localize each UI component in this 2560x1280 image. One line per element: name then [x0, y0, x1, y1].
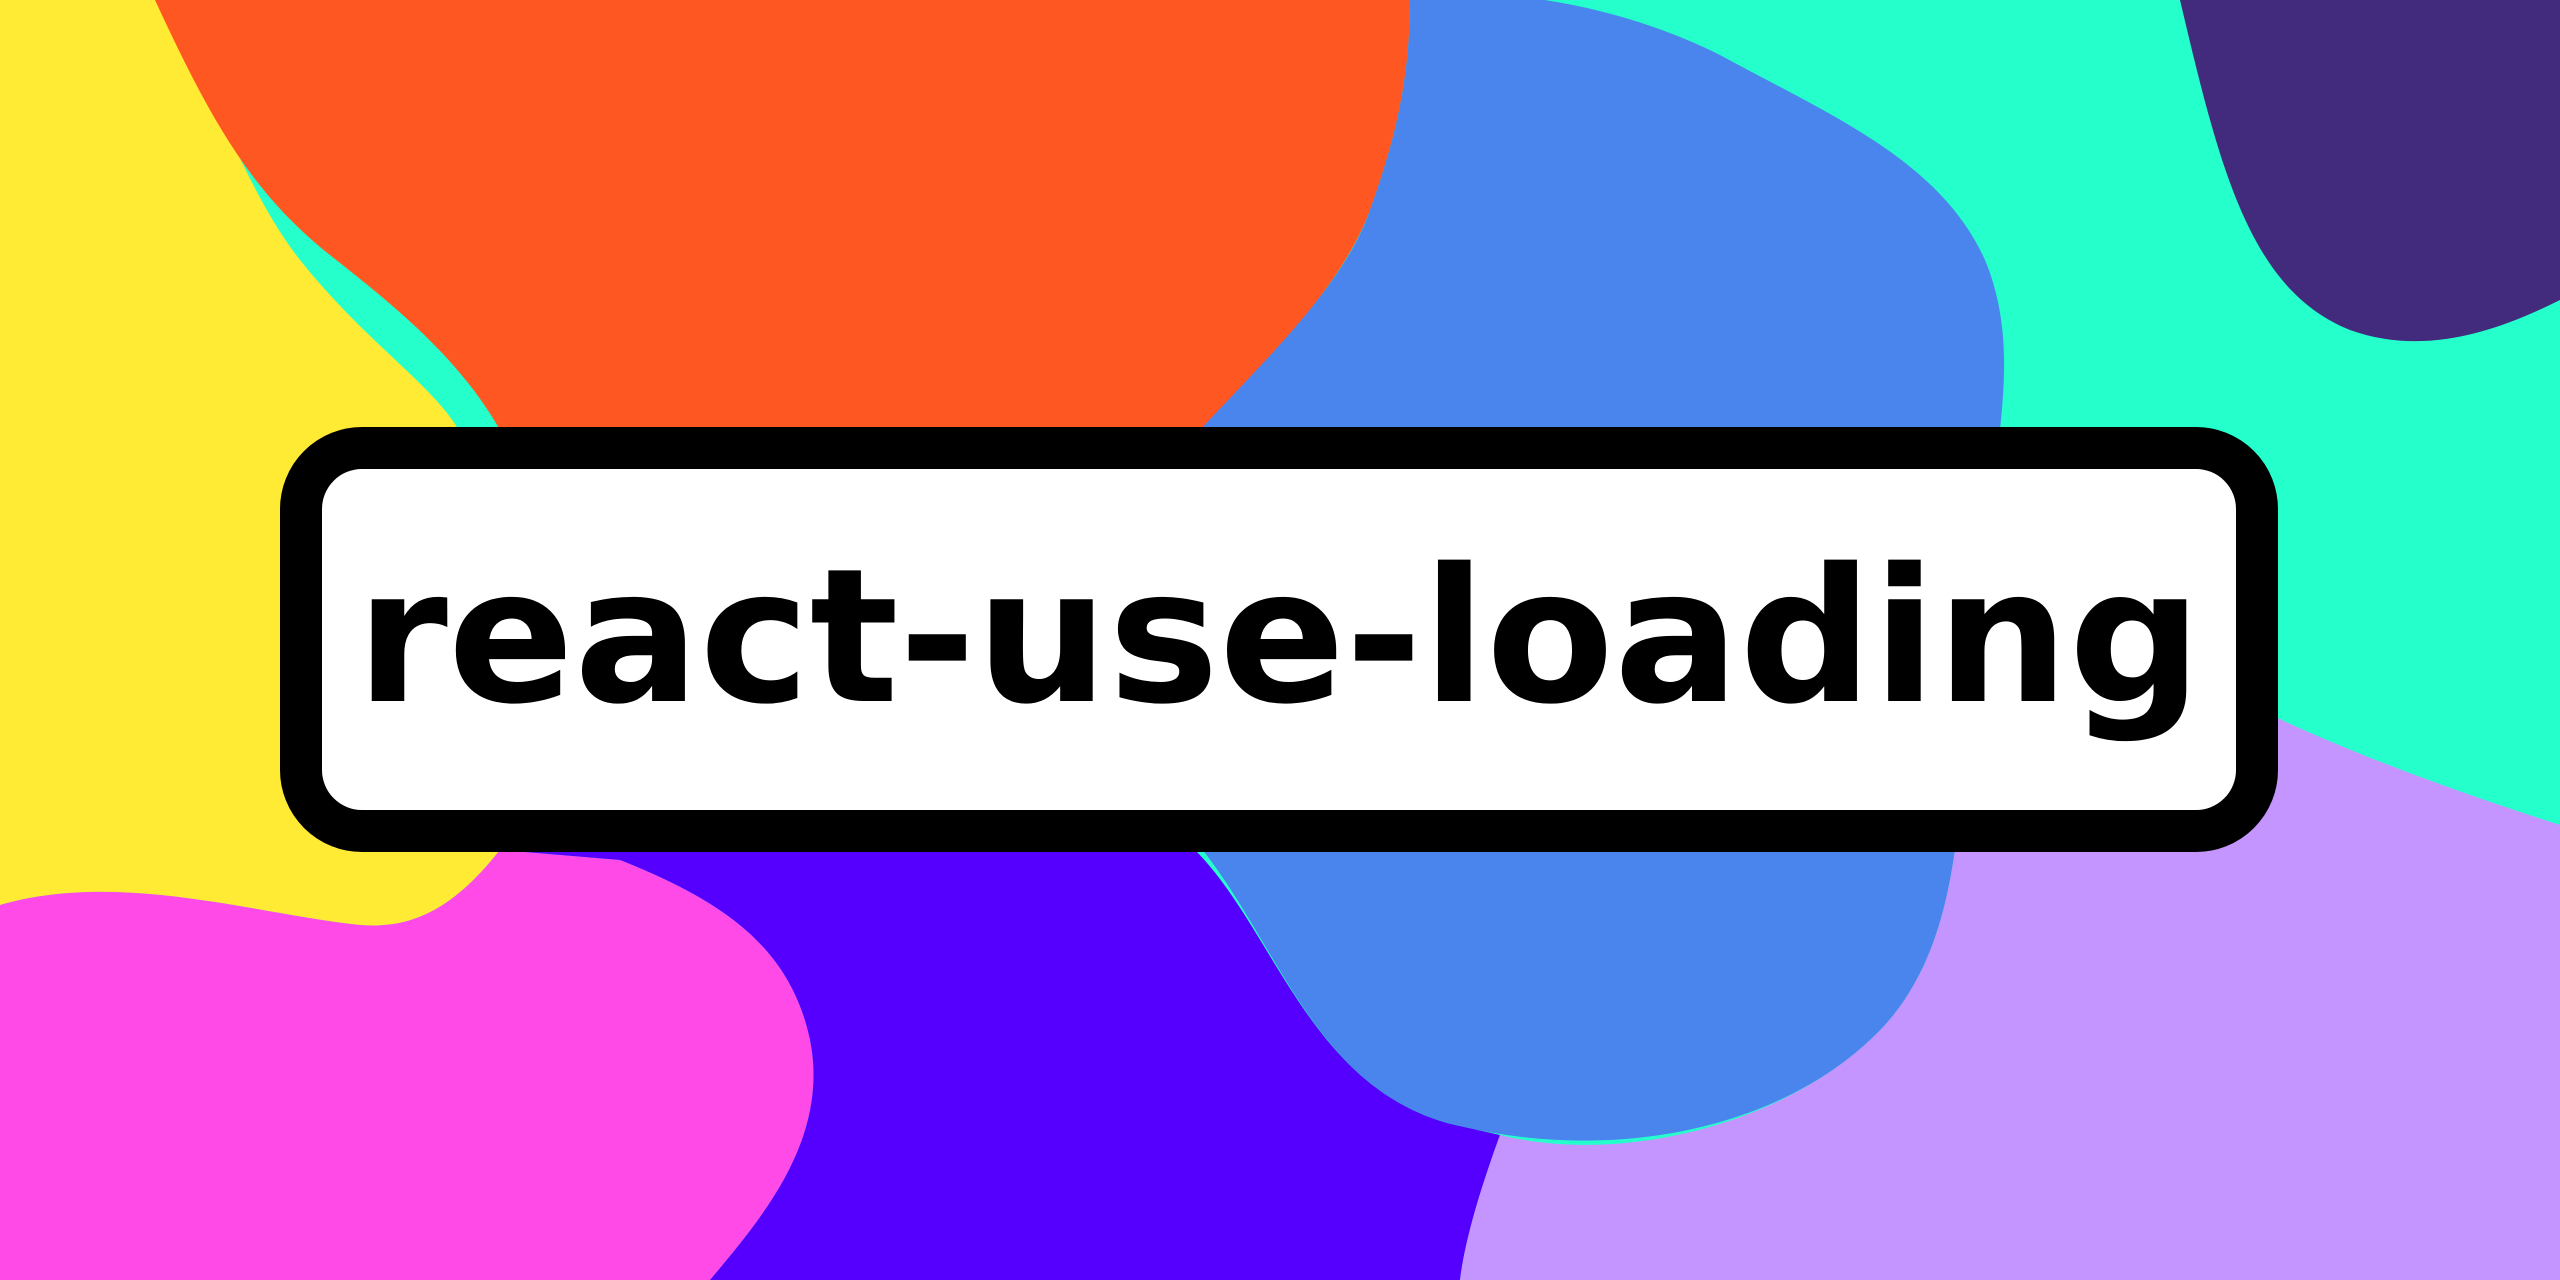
- banner-title: react-use-loading: [356, 527, 2202, 745]
- banner-canvas: react-use-loading: [0, 0, 2560, 1280]
- title-card: react-use-loading: [280, 427, 2278, 852]
